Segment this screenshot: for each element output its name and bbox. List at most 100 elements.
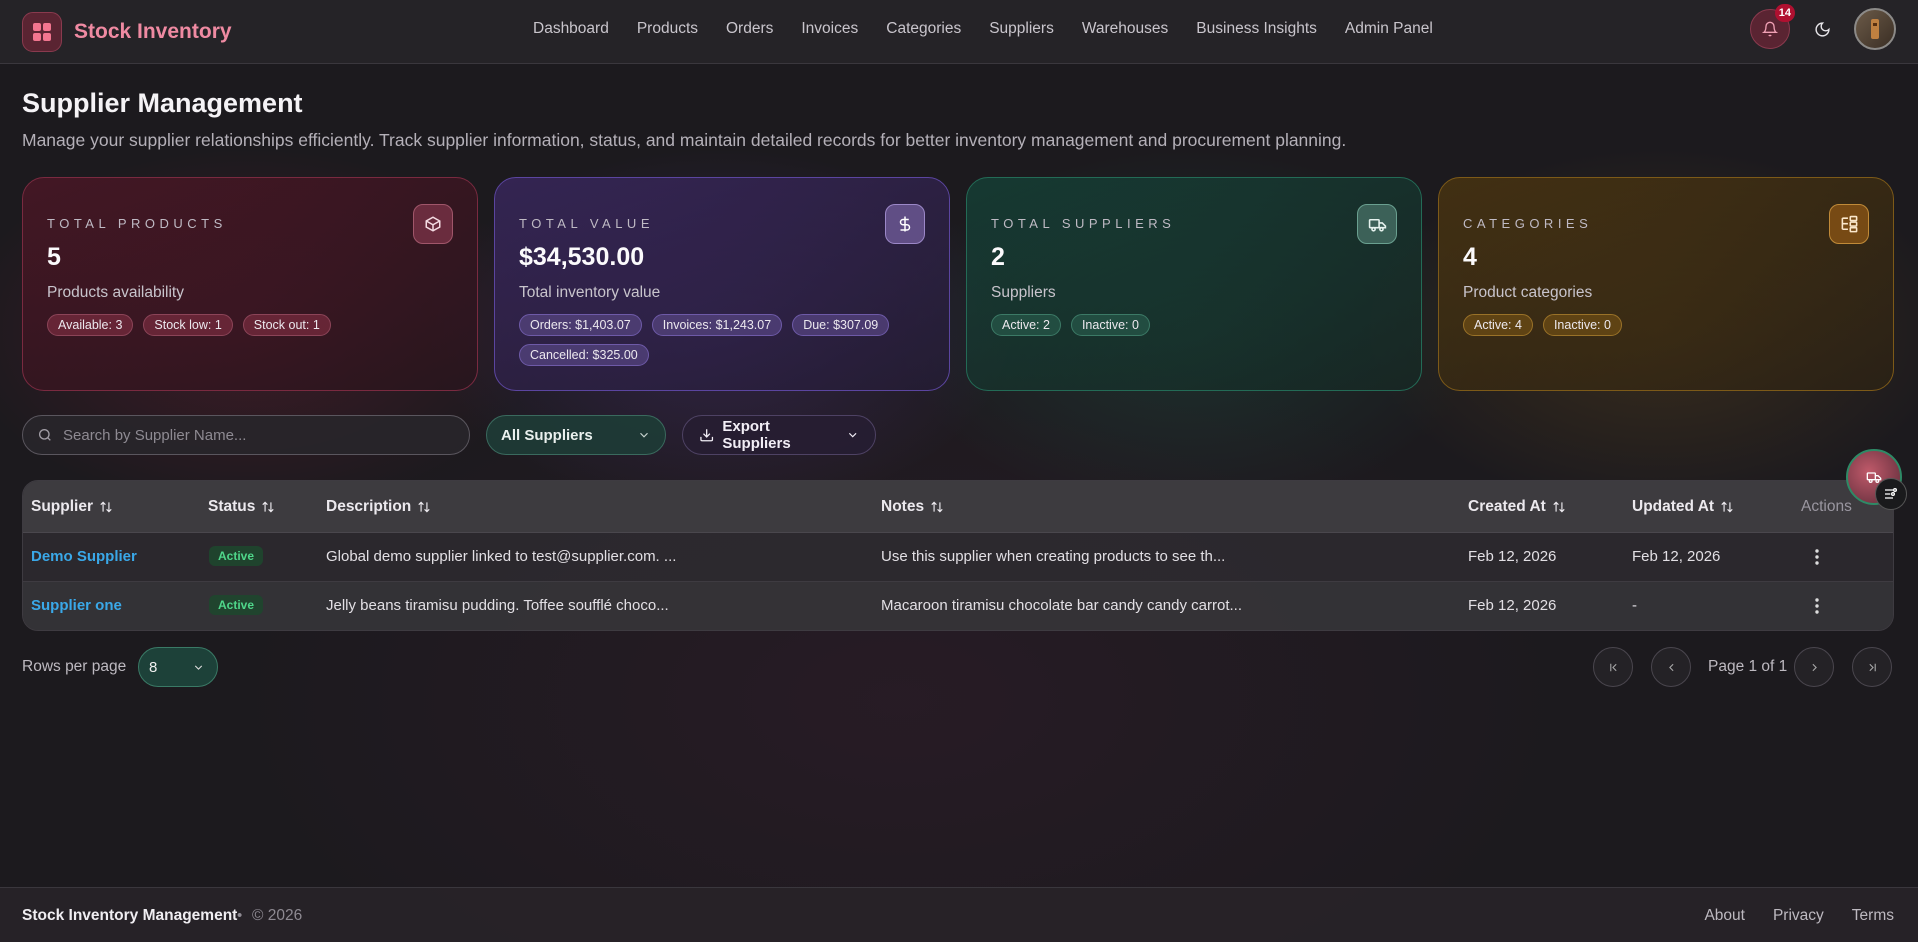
category-tree-icon	[1829, 204, 1869, 244]
card-label: TOTAL VALUE	[519, 216, 654, 231]
user-avatar[interactable]	[1854, 8, 1896, 50]
sort-icon	[931, 501, 943, 513]
row-actions-menu-button[interactable]	[1807, 594, 1827, 618]
card-label: CATEGORIES	[1463, 216, 1593, 231]
chevron-right-icon	[1811, 663, 1817, 671]
truck-icon	[1357, 204, 1397, 244]
page-title: Supplier Management	[22, 88, 303, 118]
chip-inactive: Inactive: 0	[1070, 314, 1150, 336]
app-title: Stock Inventory	[74, 20, 232, 43]
table-header: Supplier Status Description Notes Create…	[23, 481, 1893, 533]
nav-invoices[interactable]: Invoices	[801, 20, 858, 38]
rows-per-page-label: Rows per page	[22, 658, 127, 675]
rows-per-page-value: 8	[149, 658, 158, 676]
header-label: Created At	[1468, 498, 1546, 515]
header-description[interactable]: Description	[326, 498, 431, 516]
chip-invoices: Invoices: $1,243.07	[651, 314, 783, 336]
chevron-left-icon	[1668, 663, 1674, 671]
chevron-down-icon	[194, 664, 203, 670]
nav-suppliers[interactable]: Suppliers	[989, 20, 1054, 38]
table-row: Supplier one Active Jelly beans tiramisu…	[23, 582, 1893, 630]
card-total-suppliers: TOTAL SUPPLIERS 2 Suppliers Active: 2 In…	[966, 177, 1422, 391]
card-label: TOTAL SUPPLIERS	[991, 216, 1176, 231]
header-supplier[interactable]: Supplier	[31, 498, 113, 516]
supplier-filter-select[interactable]: All Suppliers	[486, 415, 666, 455]
first-page-button[interactable]	[1593, 647, 1633, 687]
chip-stock-out: Stock out: 1	[242, 314, 331, 336]
sort-icon	[262, 501, 275, 513]
bell-icon	[1762, 21, 1778, 37]
header-updated-at[interactable]: Updated At	[1632, 498, 1734, 516]
previous-page-button[interactable]	[1651, 647, 1691, 687]
status-badge: Active	[209, 546, 264, 566]
nav-admin-panel[interactable]: Admin Panel	[1345, 20, 1433, 38]
description-cell: Jelly beans tiramisu pudding. Toffee sou…	[326, 597, 669, 614]
more-vertical-icon	[1815, 549, 1819, 565]
more-vertical-icon	[1815, 598, 1819, 614]
card-description: Suppliers	[991, 284, 1056, 301]
footer-link-about[interactable]: About	[1704, 907, 1745, 925]
updated-at-cell: -	[1632, 597, 1637, 614]
footer: Stock Inventory Management • © 2026 Abou…	[0, 887, 1918, 942]
last-page-button[interactable]	[1852, 647, 1892, 687]
box-icon	[413, 204, 453, 244]
main-nav: Dashboard Products Orders Invoices Categ…	[533, 0, 1461, 58]
status-badge: Active	[209, 595, 264, 615]
suppliers-table: Supplier Status Description Notes Create…	[22, 480, 1894, 631]
grid-logo-icon	[22, 12, 62, 52]
header-label: Notes	[881, 498, 925, 515]
card-value: $34,530.00	[519, 243, 645, 271]
row-actions-menu-button[interactable]	[1807, 545, 1827, 569]
footer-separator: •	[237, 907, 243, 924]
header-label: Status	[208, 498, 256, 515]
list-filter-icon	[1885, 488, 1897, 499]
header-status[interactable]: Status	[208, 498, 275, 516]
card-total-products: TOTAL PRODUCTS 5 Products availability A…	[22, 177, 478, 391]
header-label: Supplier	[31, 498, 94, 515]
card-label: TOTAL PRODUCTS	[47, 216, 227, 231]
export-suppliers-button[interactable]: Export Suppliers	[682, 415, 876, 455]
header-label: Description	[326, 498, 412, 515]
next-page-button[interactable]	[1794, 647, 1834, 687]
notification-count-badge: 14	[1774, 4, 1795, 22]
card-value: 4	[1463, 243, 1477, 271]
nav-categories[interactable]: Categories	[886, 20, 961, 38]
nav-business-insights[interactable]: Business Insights	[1196, 20, 1317, 38]
sort-icon	[100, 501, 112, 513]
moon-icon	[1814, 21, 1830, 37]
theme-toggle-button[interactable]	[1804, 11, 1840, 47]
created-at-cell: Feb 12, 2026	[1468, 548, 1557, 565]
download-icon	[700, 429, 714, 442]
nav-products[interactable]: Products	[637, 20, 698, 38]
updated-at-cell: Feb 12, 2026	[1632, 548, 1721, 565]
created-at-cell: Feb 12, 2026	[1468, 597, 1557, 614]
supplier-name-link[interactable]: Supplier one	[31, 597, 122, 614]
card-description: Total inventory value	[519, 284, 661, 301]
supplier-name-link[interactable]: Demo Supplier	[31, 548, 137, 565]
header-created-at[interactable]: Created At	[1468, 498, 1566, 516]
chip-inactive: Inactive: 0	[1542, 314, 1622, 336]
page-subtitle: Manage your supplier relationships effic…	[22, 130, 1347, 150]
chevron-down-icon	[640, 432, 648, 438]
brand[interactable]: Stock Inventory	[22, 12, 232, 52]
description-cell: Global demo supplier linked to test@supp…	[326, 548, 677, 565]
search-field	[22, 415, 470, 455]
nav-actions: 14	[1750, 4, 1896, 50]
header-label: Updated At	[1632, 498, 1715, 515]
card-categories: CATEGORIES 4 Product categories Active: …	[1438, 177, 1894, 391]
header-notes[interactable]: Notes	[881, 498, 944, 516]
sort-icon	[418, 501, 430, 513]
page-indicator: Page 1 of 1	[1708, 658, 1788, 675]
footer-link-privacy[interactable]: Privacy	[1773, 907, 1824, 925]
rows-per-page-select[interactable]: 8	[138, 647, 218, 687]
footer-link-terms[interactable]: Terms	[1852, 907, 1894, 925]
top-navbar: Stock Inventory Dashboard Products Order…	[0, 0, 1918, 64]
notifications-button[interactable]: 14	[1750, 4, 1795, 49]
search-input[interactable]	[63, 426, 443, 444]
nav-dashboard[interactable]: Dashboard	[533, 20, 609, 38]
sort-icon	[1721, 501, 1733, 513]
chevrons-left-icon	[1609, 663, 1617, 671]
column-settings-button[interactable]	[1875, 478, 1907, 510]
nav-warehouses[interactable]: Warehouses	[1082, 20, 1168, 38]
nav-orders[interactable]: Orders	[726, 20, 773, 38]
